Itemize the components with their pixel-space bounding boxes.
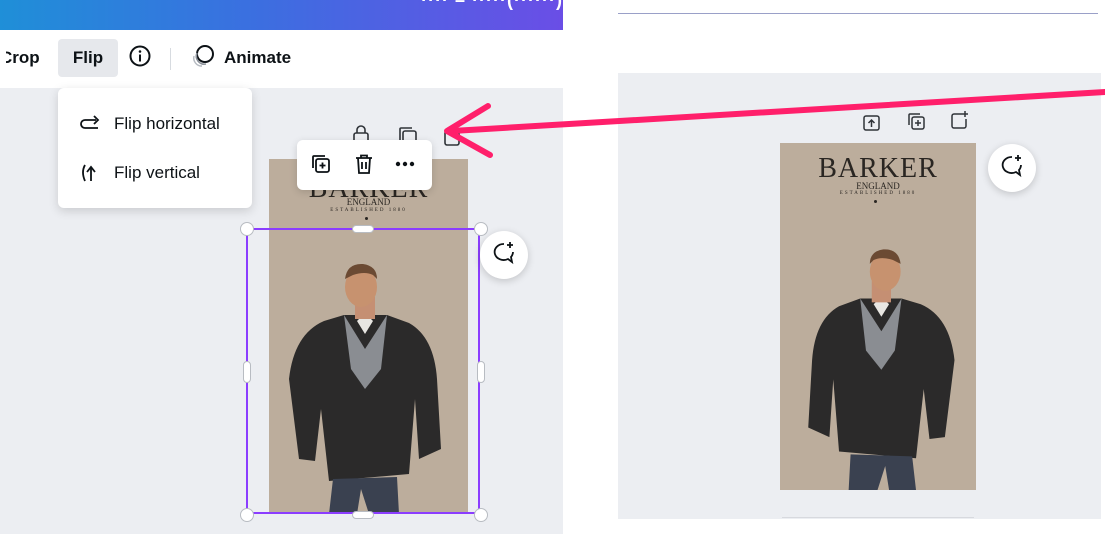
flip-horizontal-label: Flip horizontal [114, 114, 220, 133]
selection-frame[interactable] [246, 228, 480, 514]
duplicate-page-icon-right[interactable] [906, 111, 926, 136]
design-page-flipped[interactable]: BARKER ENGLAND ESTABLISHED 1880 [780, 143, 976, 490]
resize-handle-top-right[interactable] [474, 222, 488, 236]
more-icon [393, 152, 417, 181]
brand-established: ESTABLISHED 1880 [330, 208, 407, 213]
image-toolbar: Crop Flip Animate [0, 30, 563, 88]
brand-country: ENGLAND [346, 197, 391, 207]
comment-add-icon [999, 153, 1025, 184]
duplicate-icon [309, 152, 333, 181]
resize-handle-top[interactable] [352, 225, 374, 233]
duplicate-button[interactable] [305, 150, 337, 182]
add-page-icon[interactable] [442, 125, 464, 152]
flip-button[interactable]: Flip [58, 39, 118, 77]
move-page-icon[interactable] [862, 112, 882, 137]
info-button[interactable] [124, 39, 156, 77]
info-icon [128, 44, 152, 73]
add-comment-button[interactable] [480, 231, 528, 279]
add-comment-button-right[interactable] [988, 144, 1036, 192]
flip-horizontal-option[interactable]: Flip horizontal [58, 100, 252, 148]
page-bottom-divider [782, 517, 974, 518]
model-photo-flipped [808, 249, 955, 490]
flip-horizontal-icon [74, 113, 104, 135]
brand-dot-right [874, 200, 877, 203]
header-text: ···· – ·····(······) [421, 0, 563, 10]
resize-handle-right[interactable] [477, 361, 485, 383]
comment-add-icon [491, 240, 517, 271]
element-toolbar [297, 140, 432, 190]
brand-country-right: ENGLAND [856, 181, 900, 191]
resize-handle-top-left[interactable] [240, 222, 254, 236]
trash-icon [352, 152, 376, 181]
more-options-button[interactable] [389, 150, 421, 182]
resize-handle-left[interactable] [243, 361, 251, 383]
header-divider [618, 13, 1098, 14]
flip-menu: Flip horizontal Flip vertical [58, 88, 252, 208]
flip-vertical-option[interactable]: Flip vertical [58, 149, 252, 197]
animate-icon [190, 43, 216, 74]
resize-handle-bottom[interactable] [352, 511, 374, 519]
resize-handle-bottom-left[interactable] [240, 508, 254, 522]
delete-button[interactable] [348, 150, 380, 182]
brand-dot [365, 217, 368, 220]
crop-label: Crop [0, 48, 40, 67]
resize-handle-bottom-right[interactable] [474, 508, 488, 522]
animate-button[interactable]: Animate [186, 39, 295, 77]
crop-button[interactable]: Crop [0, 39, 46, 77]
flip-label: Flip [72, 48, 104, 67]
flip-vertical-label: Flip vertical [114, 163, 200, 182]
brand-established-right: ESTABLISHED 1880 [839, 191, 917, 196]
toolbar-divider [170, 48, 171, 70]
flip-vertical-icon [74, 160, 104, 186]
animate-label: Animate [224, 48, 292, 67]
editor-header: ···· – ·····(······) [0, 0, 563, 30]
add-page-icon-right[interactable] [950, 110, 970, 135]
